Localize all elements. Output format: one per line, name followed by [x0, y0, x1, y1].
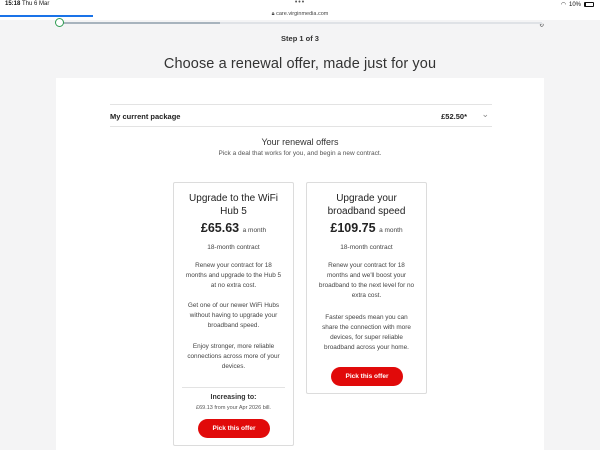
offer-card-broadband-speed: Upgrade your broadband speed £109.75 a m…	[306, 182, 427, 394]
pick-offer-button[interactable]: Pick this offer	[331, 367, 403, 386]
offers-title: Your renewal offers	[261, 137, 339, 147]
chevron-down-icon[interactable]: ⌄	[481, 109, 489, 120]
browser-menu-dots-icon[interactable]: •••	[0, 0, 600, 6]
status-bar: 15:18 Thu 6 Mar ••• ◠ 10%	[0, 0, 600, 11]
offer-description: Enjoy stronger, more reliable connection…	[187, 343, 280, 370]
wifi-icon: ◠	[560, 2, 566, 8]
card-divider	[182, 387, 285, 388]
offer-price: £109.75 a month	[307, 221, 426, 235]
current-package-price: £52.50*	[441, 112, 467, 121]
offers-subtitle: Pick a deal that works for you, and begi…	[218, 150, 382, 157]
offer-card-wifi-hub: Upgrade to the WiFi Hub 5 £65.63 a month…	[173, 182, 294, 446]
offer-title: Upgrade your broadband speed	[327, 193, 406, 217]
battery-percent: 10%	[568, 1, 581, 8]
status-indicators: ◠ 10%	[561, 1, 594, 8]
offer-price-amount: £65.63	[200, 221, 240, 235]
offer-description: Get one of our newer WiFi Hubs without h…	[187, 302, 280, 329]
offer-price: £65.63 a month	[174, 221, 293, 235]
pick-offer-button[interactable]: Pick this offer	[198, 419, 270, 438]
page-title: Choose a renewal offer, made just for yo…	[163, 56, 437, 72]
offer-title: Upgrade to the WiFi Hub 5	[189, 193, 278, 217]
offer-price-amount: £109.75	[330, 221, 376, 235]
offer-description: Faster speeds mean you can share the con…	[322, 314, 411, 351]
increase-text: £69.13 from your Apr 2026 bill.	[196, 405, 271, 411]
step-1-indicator	[55, 18, 64, 27]
current-package-row[interactable]: My current package £52.50* ⌄	[110, 104, 492, 127]
offer-price-period: a month	[242, 227, 267, 234]
current-package-label: My current package	[110, 112, 181, 121]
progress-stepper	[0, 17, 600, 29]
offer-contract: 18-month contract	[340, 244, 393, 251]
offer-description: Renew your contract for 18 months and up…	[185, 262, 282, 289]
main-panel: My current package £52.50* ⌄ Your renewa…	[56, 78, 544, 450]
offer-contract: 18-month contract	[207, 244, 260, 251]
step-label: Step 1 of 3	[281, 34, 319, 43]
offer-price-period: a month	[379, 227, 403, 234]
offer-description: Renew your contract for 18 months and we…	[318, 262, 415, 299]
stepper-track-complete	[62, 22, 221, 24]
battery-icon	[584, 2, 594, 7]
increase-label: Increasing to:	[210, 394, 257, 401]
